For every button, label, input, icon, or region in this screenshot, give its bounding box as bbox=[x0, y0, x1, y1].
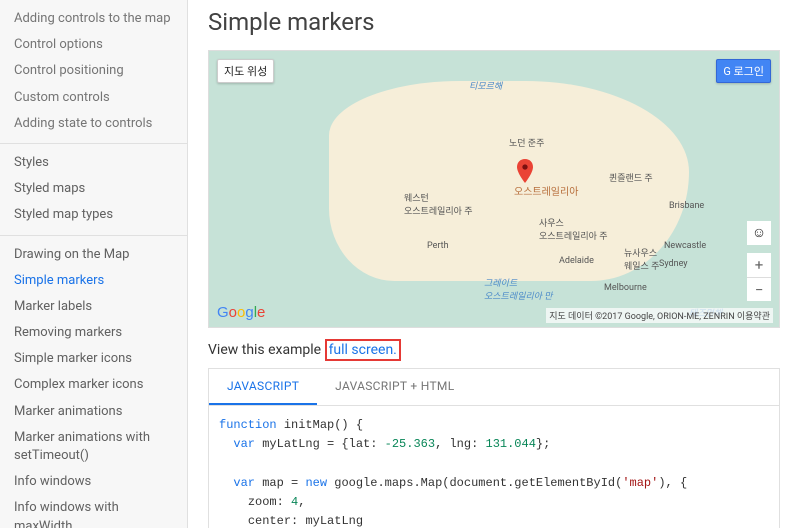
sidebar-item[interactable]: Simple markers bbox=[0, 268, 187, 294]
city-label: Adelaide bbox=[559, 256, 594, 266]
city-label: 퀸즐랜드 주 bbox=[609, 171, 653, 184]
city-label: 사우스 오스트레일리아 주 bbox=[539, 216, 607, 242]
view-example-line: View this example full screen. bbox=[208, 342, 780, 358]
city-label: Melbourne bbox=[604, 283, 647, 293]
sidebar-item[interactable]: Marker animations bbox=[0, 399, 187, 425]
zoom-controls: + − bbox=[747, 253, 771, 301]
zoom-in-button[interactable]: + bbox=[747, 253, 771, 277]
pegman-icon[interactable]: ☺ bbox=[747, 221, 771, 245]
map-login-button[interactable]: G 로그인 bbox=[716, 59, 771, 83]
sidebar-item[interactable]: Control positioning bbox=[0, 58, 187, 84]
sidebar-group-styles: StylesStyled mapsStyled map types bbox=[0, 144, 187, 236]
sidebar-item[interactable]: Custom controls bbox=[0, 85, 187, 111]
code-sample: function initMap() { var myLatLng = {lat… bbox=[208, 406, 780, 528]
city-label: Brisbane bbox=[669, 201, 704, 211]
sidebar-item[interactable]: Simple marker icons bbox=[0, 346, 187, 372]
sidebar-item[interactable]: Drawing on the Map bbox=[0, 242, 187, 268]
sea-label: 그레이트 오스트레일리아 만 bbox=[484, 276, 552, 302]
code-tabs: JAVASCRIPT JAVASCRIPT + HTML bbox=[208, 368, 780, 406]
map-attribution[interactable]: 지도 데이터 ©2017 Google, ORION-ME, ZENRIN 이용… bbox=[546, 308, 773, 323]
sidebar-item[interactable]: Adding state to controls bbox=[0, 111, 187, 137]
sidebar-item[interactable]: Info windows with maxWidth bbox=[0, 495, 187, 528]
city-label: 노던 준주 bbox=[509, 136, 544, 149]
city-label: 웨스턴 오스트레일리아 주 bbox=[404, 191, 472, 217]
zoom-out-button[interactable]: − bbox=[747, 277, 771, 301]
sidebar-item[interactable]: Marker animations with setTimeout() bbox=[0, 425, 187, 469]
map-embed[interactable]: 지도 위성 G 로그인 오스트레일리아 노던 준주 웨스턴 오스트레일리아 주 … bbox=[208, 50, 780, 328]
google-logo: Google bbox=[217, 304, 265, 321]
city-label: 뉴사우스 웨일스 주 bbox=[624, 246, 659, 272]
page-title: Simple markers bbox=[208, 8, 780, 36]
sidebar-item[interactable]: Marker labels bbox=[0, 294, 187, 320]
tab-javascript[interactable]: JAVASCRIPT bbox=[209, 369, 317, 405]
map-type-toggle[interactable]: 지도 위성 bbox=[217, 59, 274, 83]
map-country-label: 오스트레일리아 bbox=[514, 183, 578, 198]
sidebar-group-drawing: Drawing on the MapSimple markersMarker l… bbox=[0, 236, 187, 528]
main-content: Simple markers 지도 위성 G 로그인 오스트레일리아 노던 준주… bbox=[188, 0, 800, 528]
city-label: Sydney bbox=[659, 259, 688, 269]
tab-javascript-html[interactable]: JAVASCRIPT + HTML bbox=[317, 369, 472, 405]
sidebar-item[interactable]: Removing markers bbox=[0, 320, 187, 346]
sea-label: 티모르해 bbox=[469, 79, 502, 92]
city-label: Newcastle bbox=[664, 241, 706, 251]
sidebar-item[interactable]: Control options bbox=[0, 32, 187, 58]
sidebar-item[interactable]: Info windows bbox=[0, 469, 187, 495]
sidebar-item[interactable]: Styled map types bbox=[0, 202, 187, 228]
city-label: Perth bbox=[427, 241, 449, 251]
sidebar-item[interactable]: Styles bbox=[0, 150, 187, 176]
sidebar[interactable]: Adding controls to the mapControl option… bbox=[0, 0, 188, 528]
sidebar-item[interactable]: Adding controls to the map bbox=[0, 6, 187, 32]
view-example-prefix: View this example bbox=[208, 342, 325, 358]
map-marker-icon[interactable] bbox=[517, 159, 533, 183]
sidebar-item[interactable]: Styled maps bbox=[0, 176, 187, 202]
sidebar-group-controls: Adding controls to the mapControl option… bbox=[0, 0, 187, 144]
sidebar-item[interactable]: Complex marker icons bbox=[0, 372, 187, 398]
fullscreen-link[interactable]: full screen. bbox=[325, 339, 401, 361]
